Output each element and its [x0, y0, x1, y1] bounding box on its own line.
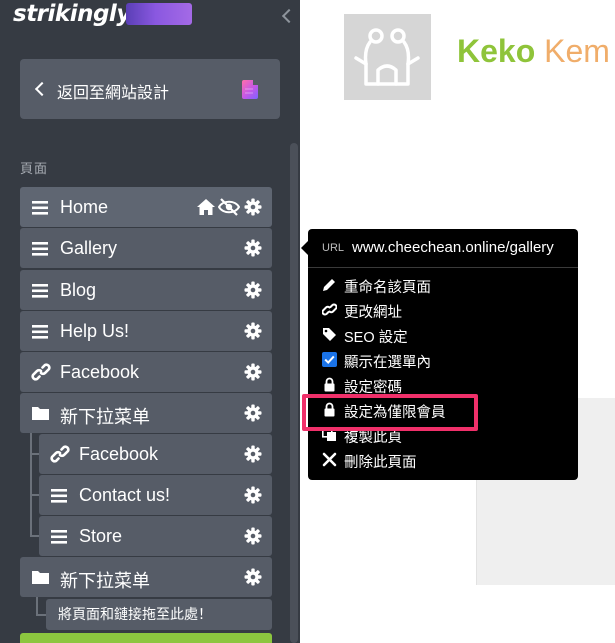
sidebar-item-home[interactable]: Home [20, 187, 272, 227]
link-icon [31, 352, 51, 392]
page-settings-popover: URL www.cheechean.online/gallery 重命名該頁面 … [301, 229, 578, 480]
sidebar-item-label: Facebook [60, 362, 140, 382]
home-icon [196, 197, 216, 217]
gear-icon[interactable] [244, 568, 262, 586]
menu-item-label: 重命名該頁面 [344, 280, 431, 296]
folder-icon [31, 557, 51, 597]
gear-icon[interactable] [244, 363, 262, 381]
url-tag: URL [322, 242, 345, 254]
add-page-button[interactable] [20, 633, 272, 643]
lock-icon [322, 377, 337, 392]
gear-icon[interactable] [244, 445, 262, 463]
sidebar-subitem-contact-us[interactable]: Contact us! [39, 475, 272, 515]
sidebar-item-label: Store [79, 526, 123, 546]
menu-item-label: 顯示在選單內 [344, 355, 431, 371]
drop-zone-hint[interactable]: 將頁面和鏈接拖至此處！ [46, 599, 272, 630]
sidebar-header: strikingly [0, 0, 300, 34]
gear-icon[interactable] [244, 486, 262, 504]
seo-settings-item[interactable]: SEO 設定 [322, 324, 567, 346]
gear-icon[interactable] [244, 322, 262, 340]
sidebar-item-label: 新下拉菜单 [60, 407, 150, 427]
hamburger-icon[interactable] [32, 187, 52, 227]
tree-connector [30, 433, 32, 537]
sidebar-item-label: Blog [60, 280, 97, 300]
hamburger-icon[interactable] [51, 475, 71, 515]
gear-icon[interactable] [244, 239, 262, 257]
link-icon [321, 302, 338, 317]
tree-connector [36, 614, 46, 616]
checkbox-checked-icon[interactable] [322, 352, 337, 367]
sidebar-item-gallery[interactable]: Gallery [20, 228, 272, 268]
site-brand-title: Keko Kem [457, 33, 610, 70]
hamburger-icon[interactable] [32, 228, 52, 268]
chevron-left-icon [34, 81, 50, 97]
delete-page-item[interactable]: 刪除此頁面 [322, 449, 567, 471]
x-icon [322, 452, 337, 467]
back-button-label: 返回至網站設計 [57, 85, 170, 102]
brand-word-1: Keko [457, 33, 536, 69]
sidebar-item-dropdown-1[interactable]: 新下拉菜单 [20, 393, 272, 433]
eye-slash-icon[interactable] [217, 197, 241, 217]
hamburger-icon[interactable] [32, 270, 52, 310]
tag-icon [322, 327, 337, 342]
pencil-icon [322, 277, 337, 292]
sidebar-subitem-store[interactable]: Store [39, 516, 272, 556]
sidebar-item-label: Gallery [60, 238, 118, 258]
hamburger-icon[interactable] [51, 516, 71, 556]
sidebar: strikingly 返回至網站設計 頁面 Home Gallery Blog … [0, 0, 300, 643]
gear-icon[interactable] [244, 404, 262, 422]
sidebar-item-label: Home [60, 197, 109, 217]
sidebar-item-label: Contact us! [79, 485, 171, 505]
menu-item-label: SEO 設定 [344, 330, 408, 346]
document-icon [242, 80, 258, 99]
account-badge[interactable] [126, 3, 192, 25]
gear-icon[interactable] [244, 527, 262, 545]
tree-connector [36, 597, 38, 615]
sidebar-item-help-us[interactable]: Help Us! [20, 311, 272, 351]
menu-item-label: 更改網址 [344, 305, 402, 321]
sidebar-item-facebook[interactable]: Facebook [20, 352, 272, 392]
popover-divider [308, 267, 578, 268]
menu-item-label: 刪除此頁面 [344, 455, 417, 471]
collapse-sidebar-icon[interactable] [280, 6, 294, 26]
sidebar-scrollbar[interactable] [290, 143, 298, 643]
link-icon [50, 434, 70, 474]
sidebar-item-blog[interactable]: Blog [20, 270, 272, 310]
gear-icon[interactable] [244, 198, 262, 216]
site-logo-image [344, 14, 431, 100]
set-password-item[interactable]: 設定密碼 [322, 374, 567, 396]
back-to-site-design-button[interactable]: 返回至網站設計 [20, 59, 280, 119]
folder-icon [31, 393, 51, 433]
hamburger-icon[interactable] [32, 311, 52, 351]
brand-word-2: Kem [544, 33, 610, 69]
rename-page-item[interactable]: 重命名該頁面 [322, 274, 567, 296]
sidebar-item-label: Help Us! [60, 321, 130, 341]
page-url: www.cheechean.online/gallery [352, 239, 554, 256]
highlight-box [302, 394, 478, 431]
gear-icon[interactable] [244, 281, 262, 299]
strikingly-logo: strikingly [13, 1, 131, 27]
sidebar-item-dropdown-2[interactable]: 新下拉菜单 [20, 557, 272, 597]
show-in-menu-item[interactable]: 顯示在選單內 [322, 349, 567, 371]
pages-section-label: 頁面 [20, 161, 49, 176]
sidebar-item-label: 新下拉菜单 [60, 571, 150, 591]
change-url-item[interactable]: 更改網址 [321, 299, 567, 321]
sidebar-item-label: Facebook [79, 444, 159, 464]
sidebar-subitem-facebook[interactable]: Facebook [39, 434, 272, 474]
